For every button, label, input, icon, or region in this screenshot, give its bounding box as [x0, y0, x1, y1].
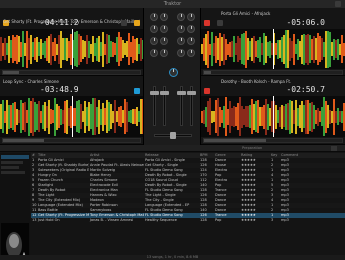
- deck-d-play-button[interactable]: [204, 88, 210, 94]
- table-cell: 128: [200, 218, 207, 222]
- status-bar: 13 songs, 1 hr, 0 min, 8.6 MB: [0, 255, 345, 260]
- deck-a: Get Shorty (Ft. Progressive Mix) - Tony …: [0, 8, 143, 76]
- tree-item[interactable]: [1, 171, 25, 174]
- mixer-lo-eq-knob-c[interactable]: [177, 49, 185, 57]
- browser-options-button[interactable]: [331, 146, 337, 151]
- deck-c: Loop Sync - Charles Simone -03:48.9: [0, 76, 143, 145]
- table-cell: 13: [32, 218, 37, 222]
- deck-a-overview[interactable]: [2, 70, 141, 75]
- playhead: [273, 96, 274, 137]
- tree-item[interactable]: [1, 161, 23, 164]
- browser: Preparation # Title Artist Release BPM Genre R…: [0, 145, 345, 260]
- mixer-lo-eq-knob-a[interactable]: [150, 49, 158, 57]
- mixer-gain-knob-c[interactable]: [177, 13, 185, 21]
- table-cell: 3: [271, 218, 274, 222]
- mixer-gain-knob-b[interactable]: [160, 13, 168, 21]
- deck-b-waveform[interactable]: [201, 29, 345, 69]
- deck-a-waveform[interactable]: [0, 29, 143, 69]
- deck-a-sync-button[interactable]: [120, 20, 127, 26]
- mixer-mid-eq-knob-b[interactable]: [160, 37, 168, 45]
- deck-b-sync-button[interactable]: [217, 20, 224, 26]
- table-cell: Jonas B. - Vinsen Amnesi: [90, 218, 134, 222]
- mixer-gain-knob-a[interactable]: [150, 13, 158, 21]
- deck-c-time: -03:48.9: [40, 85, 79, 94]
- deck-a-transport: [120, 11, 142, 30]
- deck-a-time: -04:11.2: [40, 18, 79, 27]
- channel-fader-a-cap[interactable]: [150, 91, 159, 95]
- table-cell: mp3: [281, 218, 289, 222]
- table-cell: ★★★★★: [241, 218, 256, 222]
- mixer-hi-eq-knob-c[interactable]: [177, 25, 185, 33]
- deck-b: Porta Gli Amici - Afrojack -05:06.0: [201, 8, 345, 76]
- playhead: [273, 29, 274, 69]
- deck-b-overview-played: [204, 71, 211, 74]
- deck-c-waveform[interactable]: [0, 96, 143, 137]
- mixer-gain-knob-d[interactable]: [187, 13, 195, 21]
- deck-d-overview[interactable]: [203, 138, 343, 143]
- table-cell: Just Hold On: [38, 218, 60, 222]
- browser-tree: [0, 153, 30, 260]
- deck-d-overview-played: [204, 139, 267, 142]
- mixer-mid-eq-knob-c[interactable]: [177, 37, 185, 45]
- tree-item[interactable]: [1, 166, 19, 169]
- deck-a-cue-button[interactable]: [134, 20, 140, 26]
- title-bar: Traktor: [0, 0, 345, 8]
- window-title: Traktor: [163, 1, 182, 7]
- deck-d-waveform[interactable]: [201, 96, 345, 137]
- deck-b-overview[interactable]: [203, 70, 343, 75]
- mixer: [143, 8, 201, 145]
- table-row[interactable]: 13 Just Hold On Jonas B. - Vinsen Amnesi He…: [31, 218, 345, 223]
- deck-c-overview[interactable]: [2, 138, 141, 143]
- mixer-hi-eq-knob-d[interactable]: [187, 25, 195, 33]
- table-cell: Healthy Sequence: [145, 218, 177, 222]
- mixer-lo-eq-knob-d[interactable]: [187, 49, 195, 57]
- deck-c-overview-played: [3, 139, 45, 142]
- channel-fader-d-cap[interactable]: [187, 91, 196, 95]
- deck-b-play-button[interactable]: [204, 20, 210, 26]
- deck-c-track-title: Loop Sync - Charles Simone: [3, 79, 59, 84]
- mixer-filter-knob[interactable]: [169, 68, 178, 77]
- mixer-hi-eq-knob-b[interactable]: [160, 25, 168, 33]
- track-list-body: 1 Porta Gli Amici Afrojack Porta Gli Amici …: [31, 158, 345, 223]
- deck-d: Dorothy - Booth Kolsch - Rampa Ft. -02:5…: [201, 76, 345, 145]
- track-list: # Title Artist Release BPM Genre Rating Key Comm…: [31, 153, 345, 223]
- deck-b-time: -05:06.0: [286, 18, 325, 27]
- playhead: [72, 29, 73, 69]
- mixer-mid-eq-knob-d[interactable]: [187, 37, 195, 45]
- playhead: [72, 96, 73, 137]
- deck-c-play-button[interactable]: [134, 88, 140, 94]
- channel-fader-b-cap[interactable]: [160, 91, 169, 95]
- mixer-hi-eq-knob-a[interactable]: [150, 25, 158, 33]
- tree-item-selected[interactable]: [1, 155, 29, 159]
- close-window-button[interactable]: [335, 1, 341, 7]
- deck-d-time: -02:50.7: [286, 85, 325, 94]
- channel-fader-c-cap[interactable]: [177, 91, 186, 95]
- crossfader-cap[interactable]: [170, 132, 176, 139]
- deck-b-track-title: Porta Gli Amici - Afrojack: [221, 11, 271, 16]
- mixer-mid-eq-knob-a[interactable]: [150, 37, 158, 45]
- preparation-label: Preparation: [242, 146, 263, 150]
- table-cell: Pop: [215, 218, 222, 222]
- deck-d-track-title: Dorothy - Booth Kolsch - Rampa Ft.: [221, 79, 292, 84]
- browser-toolbar: Preparation: [0, 145, 345, 152]
- mixer-lo-eq-knob-b[interactable]: [160, 49, 168, 57]
- deck-a-overview-played: [3, 71, 20, 74]
